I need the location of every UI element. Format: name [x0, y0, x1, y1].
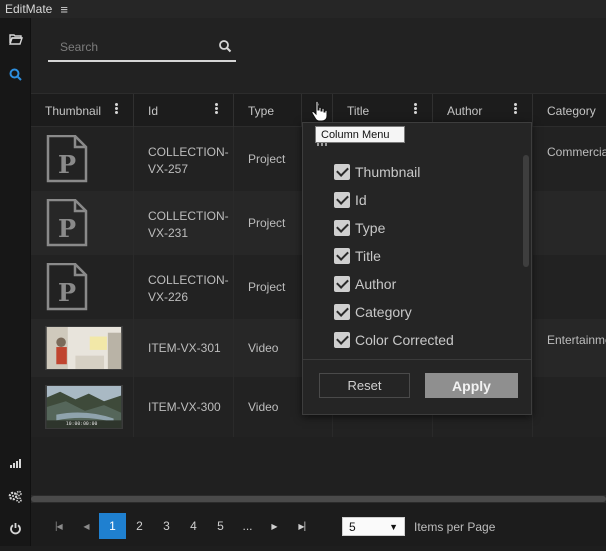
thumbnail-cell: P	[31, 191, 134, 255]
checkbox-checked-icon[interactable]	[334, 304, 350, 320]
column-header-type[interactable]: Type	[234, 94, 302, 128]
search-nav-icon[interactable]	[0, 63, 31, 85]
drag-handle-icon[interactable]	[317, 143, 327, 146]
thumbnail-cell: P	[31, 255, 134, 319]
category-cell: Entertainment	[547, 333, 606, 347]
next-page-icon[interactable]: ▶	[261, 513, 288, 539]
document-icon: P	[46, 263, 88, 311]
video-thumbnail: 10:00:00:00	[45, 385, 123, 429]
thumbnail-cell: 10:00:00:00	[31, 377, 134, 437]
items-per-page-label: Items per Page	[414, 520, 496, 534]
column-header-label: Title	[347, 104, 370, 118]
column-toggle-label: Color Corrected	[355, 332, 454, 348]
checkbox-checked-icon[interactable]	[334, 192, 350, 208]
page-button-4[interactable]: 4	[180, 513, 207, 539]
column-toggle-author[interactable]: Author	[334, 274, 396, 294]
column-toggle-title[interactable]: Title	[334, 246, 381, 266]
thumbnail-cell: P	[31, 127, 134, 191]
column-header-label: Author	[447, 104, 483, 118]
document-icon: P	[46, 135, 88, 183]
checkbox-checked-icon[interactable]	[334, 164, 350, 180]
page-button-1[interactable]: 1	[99, 513, 126, 539]
hand-pointer-cursor-icon	[311, 100, 328, 122]
pagination-bar: ▕◀ ◀ 1 2 3 4 5 ... ▶ ▶▏ 5 ▼ Items per Pa…	[31, 503, 606, 546]
last-page-icon[interactable]: ▶▏	[291, 513, 318, 539]
column-header-label: Thumbnail	[45, 104, 102, 118]
column-header-label: Id	[148, 104, 159, 118]
thumbnail-cell	[31, 319, 134, 377]
first-page-icon[interactable]: ▕◀	[43, 513, 70, 539]
signal-bars-icon[interactable]	[0, 451, 31, 473]
horizontal-scrollbar[interactable]	[31, 495, 606, 503]
id-cell: COLLECTION-VX-257	[134, 127, 234, 191]
dropdown-caret-icon: ▼	[389, 522, 398, 532]
category-cell	[533, 377, 606, 437]
column-options-icon[interactable]	[412, 102, 418, 115]
column-toggle-category[interactable]: Category	[334, 302, 412, 322]
folder-open-icon[interactable]	[0, 28, 31, 50]
previous-page-icon[interactable]: ◀	[73, 513, 100, 539]
menu-scrollbar[interactable]	[523, 155, 529, 267]
search-input[interactable]	[48, 36, 208, 58]
document-icon: P	[46, 199, 88, 247]
checkbox-checked-icon[interactable]	[334, 332, 350, 348]
id-cell: ITEM-VX-301	[134, 319, 234, 377]
column-menu-popup: Thumbnail Id Type Title Author Category …	[302, 122, 532, 415]
svg-text:P: P	[58, 214, 76, 243]
column-toggle-label: Type	[355, 220, 386, 236]
apply-button[interactable]: Apply	[425, 373, 518, 398]
items-per-page-value: 5	[349, 519, 356, 534]
hamburger-menu-icon[interactable]: ≡	[60, 2, 68, 17]
column-toggle-color-corrected[interactable]: Color Corrected	[334, 330, 454, 350]
column-options-icon[interactable]	[113, 102, 119, 115]
video-thumbnail	[45, 326, 123, 370]
menu-divider	[303, 359, 531, 360]
checkbox-checked-icon[interactable]	[334, 220, 350, 236]
column-toggle-id[interactable]: Id	[334, 190, 367, 210]
scrollbar-thumb[interactable]	[31, 496, 606, 502]
page-button-5[interactable]: 5	[207, 513, 234, 539]
search-field[interactable]	[48, 36, 236, 62]
column-options-icon[interactable]	[512, 102, 518, 115]
search-bar-area	[31, 18, 606, 93]
id-cell: COLLECTION-VX-226	[134, 255, 234, 319]
category-cell: Commercial	[547, 145, 606, 159]
column-toggle-label: Thumbnail	[355, 164, 421, 180]
items-per-page-select[interactable]: 5 ▼	[342, 517, 405, 536]
column-toggle-label: Title	[355, 248, 381, 264]
search-icon[interactable]	[218, 39, 232, 53]
category-cell	[533, 191, 606, 255]
column-header-thumbnail[interactable]: Thumbnail	[31, 94, 134, 128]
column-header-label: Type	[248, 104, 275, 118]
column-toggle-type[interactable]: Type	[334, 218, 385, 238]
svg-text:P: P	[58, 150, 76, 179]
svg-text:P: P	[58, 278, 76, 307]
reset-button[interactable]: Reset	[319, 373, 410, 398]
column-toggle-thumbnail[interactable]: Thumbnail	[334, 162, 420, 182]
power-icon[interactable]	[0, 517, 31, 539]
page-button-2[interactable]: 2	[126, 513, 153, 539]
left-rail	[0, 18, 31, 546]
checkbox-checked-icon[interactable]	[334, 248, 350, 264]
column-toggle-label: Id	[355, 192, 367, 208]
column-header-id[interactable]: Id	[134, 94, 234, 128]
column-header-category[interactable]: Category	[533, 94, 606, 128]
timecode-overlay: 10:00:00:00	[66, 421, 98, 427]
page-button-more[interactable]: ...	[234, 513, 261, 539]
column-menu-tooltip: Column Menu	[315, 126, 405, 143]
category-cell	[533, 255, 606, 319]
id-cell: COLLECTION-VX-231	[134, 191, 234, 255]
checkbox-checked-icon[interactable]	[334, 276, 350, 292]
page-button-3[interactable]: 3	[153, 513, 180, 539]
settings-gears-icon[interactable]	[0, 485, 31, 507]
column-toggle-label: Author	[355, 276, 397, 292]
column-toggle-label: Category	[355, 304, 412, 320]
column-options-icon[interactable]	[213, 102, 219, 115]
column-header-label: Category	[547, 104, 596, 118]
app-title: EditMate	[5, 2, 53, 16]
title-bar: EditMate ≡	[0, 0, 606, 18]
id-cell: ITEM-VX-300	[134, 377, 234, 437]
